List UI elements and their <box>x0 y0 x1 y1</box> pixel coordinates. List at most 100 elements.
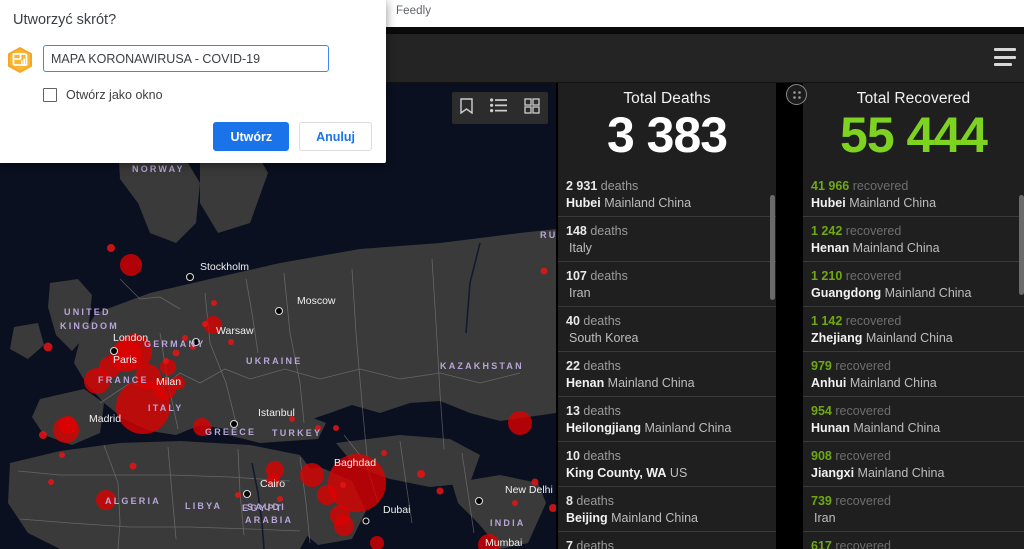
map-label: GREECE <box>205 427 256 437</box>
stat-location: South Korea <box>566 331 776 345</box>
stat-country: Mainland China <box>846 376 937 390</box>
stat-row[interactable]: 1 210 recovered Guangdong Mainland China <box>803 261 1024 306</box>
deaths-scrollbar[interactable] <box>770 195 775 300</box>
total-deaths-value: 3 383 <box>606 107 728 163</box>
stat-country: Iran <box>569 286 591 300</box>
map-label: RU <box>540 230 556 240</box>
stat-region: Hubei <box>566 196 601 210</box>
stat-count: 739 <box>811 494 832 508</box>
map-toolbar[interactable] <box>452 92 548 124</box>
stat-unit: recovered <box>842 314 902 328</box>
stat-count: 40 <box>566 314 580 328</box>
total-deaths-panel: Total Deaths 3 383 2 931 deaths Hubei Mai… <box>558 83 776 549</box>
map-label: LIBYA <box>185 501 222 511</box>
stat-location: Hunan Mainland China <box>811 421 1024 435</box>
stat-row[interactable]: 13 deaths Heilongjiang Mainland China <box>558 396 776 441</box>
stat-count: 13 <box>566 404 580 418</box>
stat-row[interactable]: 10 deaths King County, WA US <box>558 441 776 486</box>
stat-country: Mainland China <box>845 196 937 210</box>
stat-region: Guangdong <box>811 286 882 300</box>
stat-country: Mainland China <box>854 466 945 480</box>
list-icon[interactable] <box>489 98 507 118</box>
stat-row[interactable]: 148 deaths Italy <box>558 216 776 261</box>
shortcut-name-input[interactable] <box>43 45 329 72</box>
stat-location: Hubei Mainland China <box>566 196 776 210</box>
open-as-window-row[interactable]: Otwórz jako okno <box>43 88 163 102</box>
stat-row[interactable]: 617 recoveredShandong Mainland China <box>803 531 1024 549</box>
stat-region: Hunan <box>811 421 850 435</box>
map-label: Cairo <box>260 478 285 490</box>
stat-unit: recovered <box>831 539 891 549</box>
cancel-button[interactable]: Anuluj <box>299 122 372 151</box>
stat-row[interactable]: 739 recovered Iran <box>803 486 1024 531</box>
stat-region: Henan <box>566 376 605 390</box>
open-as-window-checkbox[interactable] <box>43 88 57 102</box>
app-root: Feedly NORWAY UNITED KINGDOM GERMANY FRA… <box>0 0 1024 549</box>
recovered-scrollbar[interactable] <box>1019 195 1024 295</box>
stat-row[interactable]: 107 deaths Iran <box>558 261 776 306</box>
stat-row[interactable]: 7 deathsFrance <box>558 531 776 549</box>
stat-region: Beijing <box>566 511 608 525</box>
stat-unit: deaths <box>579 314 621 328</box>
stat-row[interactable]: 40 deaths South Korea <box>558 306 776 351</box>
stat-count: 41 966 <box>811 179 850 193</box>
stat-count: 7 <box>566 539 573 549</box>
stat-row[interactable]: 979 recovered Anhui Mainland China <box>803 351 1024 396</box>
stat-row[interactable]: 2 931 deaths Hubei Mainland China <box>558 172 776 216</box>
stat-count: 2 931 <box>566 179 598 193</box>
stat-unit: deaths <box>579 404 621 418</box>
create-button[interactable]: Utwórz <box>213 122 290 151</box>
map-label: SAUDI <box>247 502 286 512</box>
map-label: Moscow <box>297 295 336 307</box>
stat-country: South Korea <box>569 331 639 345</box>
stat-location: Italy <box>566 241 776 255</box>
total-recovered-panel: Total Recovered 55 444 41 966 recovered H… <box>803 83 1024 549</box>
stat-country: Iran <box>814 511 836 525</box>
map-label: Dubai <box>383 504 410 516</box>
stat-unit: deaths <box>572 494 614 508</box>
recovered-list[interactable]: 41 966 recovered Hubei Mainland China 1 24… <box>803 172 1024 549</box>
stat-unit: recovered <box>831 359 891 373</box>
map-label: Stockholm <box>200 261 249 273</box>
deaths-list[interactable]: 2 931 deaths Hubei Mainland China 148 deat… <box>558 172 776 549</box>
stat-count: 8 <box>566 494 573 508</box>
stat-unit: deaths <box>572 539 614 549</box>
stat-unit: deaths <box>586 224 628 238</box>
stat-location: King County, WA US <box>566 466 776 480</box>
total-deaths-title: Total Deaths <box>623 90 711 107</box>
stat-location: Anhui Mainland China <box>811 376 1024 390</box>
stat-row[interactable]: 22 deaths Henan Mainland China <box>558 351 776 396</box>
stat-count: 22 <box>566 359 580 373</box>
hamburger-menu-icon[interactable] <box>994 48 1016 66</box>
map-label: UNITED <box>64 307 111 317</box>
stat-unit: deaths <box>579 449 621 463</box>
stat-row[interactable]: 1 142 recovered Zhejiang Mainland China <box>803 306 1024 351</box>
open-as-window-label: Otwórz jako okno <box>66 88 163 102</box>
move-handle-icon[interactable] <box>786 84 807 105</box>
stat-row[interactable]: 908 recovered Jiangxi Mainland China <box>803 441 1024 486</box>
stat-row[interactable]: 954 recovered Hunan Mainland China <box>803 396 1024 441</box>
stat-unit: recovered <box>842 269 902 283</box>
panel-divider-right <box>776 83 803 549</box>
stat-country: Mainland China <box>604 376 695 390</box>
stat-region: Zhejiang <box>811 331 863 345</box>
grid-icon[interactable] <box>523 97 540 119</box>
stat-region: Anhui <box>811 376 847 390</box>
map-label: INDIA <box>490 518 526 528</box>
browser-tab-title[interactable]: Feedly <box>396 5 431 17</box>
stat-row[interactable]: 1 242 recovered Henan Mainland China <box>803 216 1024 261</box>
stat-country: Mainland China <box>849 241 940 255</box>
stat-row[interactable]: 8 deaths Beijing Mainland China <box>558 486 776 531</box>
stat-count: 979 <box>811 359 832 373</box>
map-label: London <box>113 332 148 344</box>
map-label: Mumbai <box>485 537 522 549</box>
bookmark-icon[interactable] <box>460 97 474 119</box>
stat-row[interactable]: 41 966 recovered Hubei Mainland China <box>803 172 1024 216</box>
dialog-title: Utworzyć skrót? <box>13 12 117 28</box>
stat-country: Mainland China <box>862 331 953 345</box>
stat-region: Henan <box>811 241 850 255</box>
map-label: TURKEY <box>272 428 322 438</box>
create-shortcut-dialog: Utworzyć skrót? Otwórz jako okno Utwórz … <box>0 0 386 163</box>
map-label: ALGERIA <box>105 496 161 506</box>
stat-region: Hubei <box>811 196 846 210</box>
